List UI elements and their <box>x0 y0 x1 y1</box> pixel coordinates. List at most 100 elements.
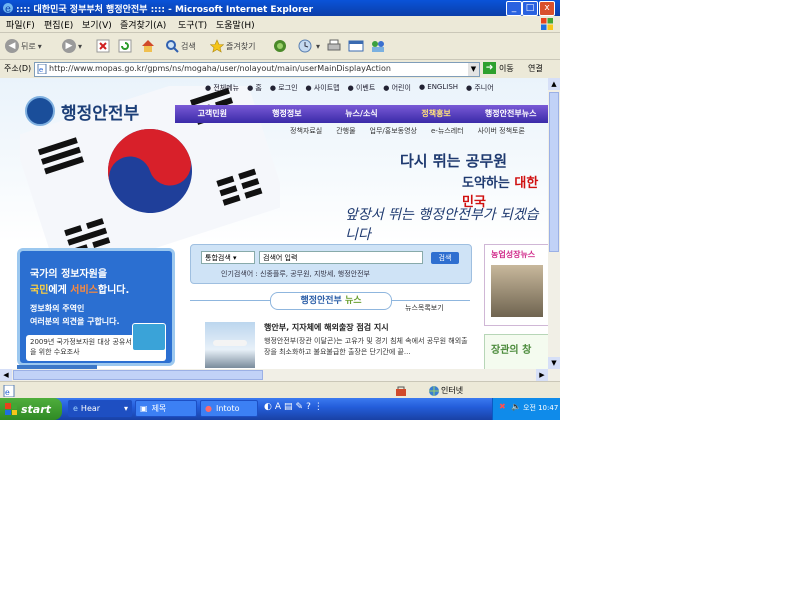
go-label: 이동 <box>499 63 514 73</box>
address-input[interactable]: e http://www.mopas.go.kr/gpms/ns/mogaha/… <box>34 62 480 77</box>
site-search-button[interactable]: 검색 <box>431 252 459 264</box>
history-dropdown-icon[interactable]: ▾ <box>316 42 320 51</box>
svg-text:e: e <box>5 4 11 14</box>
options-icon[interactable]: ⋮ <box>314 402 323 412</box>
util-login[interactable]: ● 로그인 <box>270 83 298 95</box>
subnav-videos[interactable]: 업무/홍보동영상 <box>370 126 417 136</box>
nav-policy-pr[interactable]: 정책홍보 <box>399 105 474 123</box>
close-button[interactable]: x <box>539 1 555 16</box>
refresh-button[interactable] <box>118 37 132 55</box>
site-search-input[interactable]: 검색어 입력 <box>259 251 423 264</box>
back-dropdown-icon[interactable]: ▾ <box>38 42 42 51</box>
menu-favorites[interactable]: 즐겨찾기(A) <box>120 18 166 31</box>
util-english[interactable]: ● ENGLISH <box>419 83 458 95</box>
slogan-line-2-a: 도약하는 <box>462 176 515 191</box>
menu-view[interactable]: 보기(V) <box>82 18 112 31</box>
airplane-image <box>213 340 247 346</box>
news-headline[interactable]: 행안부, 지자체에 해외출장 점검 지시 <box>264 322 389 333</box>
favorites-button[interactable]: 즐겨찾기 <box>210 37 255 55</box>
scroll-left-icon[interactable]: ◀ <box>0 369 12 381</box>
nav-civil-service[interactable]: 고객민원 <box>175 105 250 123</box>
vertical-scrollbar[interactable]: ▲ ▼ <box>548 78 560 369</box>
back-label: 뒤로 <box>21 41 36 51</box>
menu-file[interactable]: 파일(F) <box>6 18 35 31</box>
links-button[interactable]: 연결 <box>528 63 543 74</box>
forward-dropdown-icon[interactable]: ▾ <box>78 42 82 51</box>
start-button[interactable]: start <box>0 398 62 420</box>
ime-han-icon[interactable]: ▤ <box>284 402 293 412</box>
forward-arrow-icon: ▶ <box>62 39 76 53</box>
search-scope-select[interactable]: 통합검색 ▾ <box>201 251 255 264</box>
home-button[interactable] <box>140 37 156 55</box>
side-news-box[interactable]: 농업성장뉴스 <box>484 244 548 326</box>
ime-a-icon[interactable]: A <box>275 402 281 412</box>
news-list-link[interactable]: 뉴스목록보기 <box>405 303 444 313</box>
history-button[interactable]: ▾ <box>298 37 320 55</box>
help-icon[interactable]: ? <box>306 402 311 412</box>
search-button[interactable]: 검색 <box>165 37 196 55</box>
task-hear-label: Hear <box>80 404 101 413</box>
task-title[interactable]: ▣ 제목 <box>135 400 197 417</box>
tray-stop-icon[interactable]: ✖ <box>499 402 506 411</box>
ie-task-icon: e <box>73 404 78 413</box>
horizontal-scroll-thumb[interactable] <box>13 370 263 380</box>
back-button[interactable]: ◀ 뒤로 ▾ <box>5 37 42 55</box>
menu-help[interactable]: 도움말(H) <box>216 18 255 31</box>
news-summary: 행정안전부(장관 이달곤)는 고유가 및 경기 침체 속에서 공무원 해외출장을… <box>264 337 468 356</box>
messenger-button[interactable] <box>370 37 386 55</box>
info-resource-banner[interactable]: 국가의 정보자원을 국민에게 서비스합니다. 정보화의 주역인 여러분의 의견을… <box>17 248 175 366</box>
minimize-button[interactable]: _ <box>506 1 522 16</box>
util-event[interactable]: ● 이벤트 <box>348 83 376 95</box>
maximize-button[interactable]: □ <box>522 1 538 16</box>
horizontal-scrollbar[interactable]: ◀ ▶ <box>0 369 560 381</box>
site-logo[interactable]: 행정안전부 <box>25 96 139 126</box>
menu-tools[interactable]: 도구(T) <box>178 18 207 31</box>
tool-icon[interactable]: ✎ <box>296 402 304 412</box>
util-sitemap[interactable]: ● 사이트맵 <box>306 83 340 95</box>
clock[interactable]: 오전 10:47 <box>523 403 558 413</box>
subnav-policy-archive[interactable]: 정책자료실 <box>290 126 322 136</box>
media-button[interactable] <box>272 37 288 55</box>
stop-button[interactable] <box>96 37 110 55</box>
nav-news[interactable]: 뉴스/소식 <box>324 105 399 123</box>
nav-ministry-news[interactable]: 행정안전부뉴스 <box>473 105 548 123</box>
minister-box[interactable]: 장관의 창 <box>484 334 548 369</box>
scroll-up-icon[interactable]: ▲ <box>548 78 560 90</box>
subnav-newsletter[interactable]: e-뉴스레터 <box>431 126 464 136</box>
news-section-title: 행정안전부 뉴스 <box>270 292 392 310</box>
media-icon <box>274 40 286 52</box>
scroll-down-icon[interactable]: ▼ <box>548 357 560 369</box>
util-home[interactable]: ● 홈 <box>247 83 262 95</box>
scroll-right-icon[interactable]: ▶ <box>536 369 548 381</box>
util-kids[interactable]: ● 어린이 <box>383 83 411 95</box>
nav-admin-info[interactable]: 행정정보 <box>250 105 325 123</box>
task-intoto[interactable]: ● Intoto <box>200 400 258 417</box>
search-label: 검색 <box>181 41 196 51</box>
menu-edit[interactable]: 편집(E) <box>44 18 73 31</box>
edit-button[interactable] <box>348 37 364 55</box>
volume-icon[interactable]: 🔈 <box>511 402 521 411</box>
subnav-cyber-debate[interactable]: 사이버 정책토론 <box>478 126 525 136</box>
address-dropdown-icon[interactable]: ▼ <box>468 63 479 76</box>
go-button[interactable]: ➜ 이동 <box>483 62 514 74</box>
util-all-menu[interactable]: ● 전체메뉴 <box>205 83 239 95</box>
security-icon <box>396 386 406 396</box>
search-icon <box>166 40 179 53</box>
record-task-icon: ● <box>205 404 212 413</box>
zone-label: 인터넷 <box>441 386 464 395</box>
vertical-scroll-thumb[interactable] <box>549 92 559 252</box>
stop-icon <box>96 39 110 53</box>
task-intoto-label: Intoto <box>215 404 240 413</box>
internet-explorer-icon: e <box>3 3 13 14</box>
history-icon <box>298 39 312 53</box>
forward-button[interactable]: ▶ ▾ <box>62 37 82 55</box>
title-bar[interactable]: e :::: 대한민국 정부부처 행정안전부 :::: - Microsoft … <box>0 0 560 16</box>
subnav-publications[interactable]: 간행물 <box>336 126 355 136</box>
util-junior[interactable]: ● 주니어 <box>466 83 494 95</box>
print-button[interactable] <box>326 37 342 55</box>
news-thumbnail-image[interactable] <box>205 322 255 368</box>
language-icon[interactable]: ◐ <box>264 402 272 412</box>
popular-keywords: 인기검색어 : 신종플루, 공무원, 지방세, 행정안전부 <box>221 270 370 278</box>
task-hear[interactable]: e Hear ▾ <box>68 400 132 417</box>
page-status-icon: e <box>3 385 15 397</box>
